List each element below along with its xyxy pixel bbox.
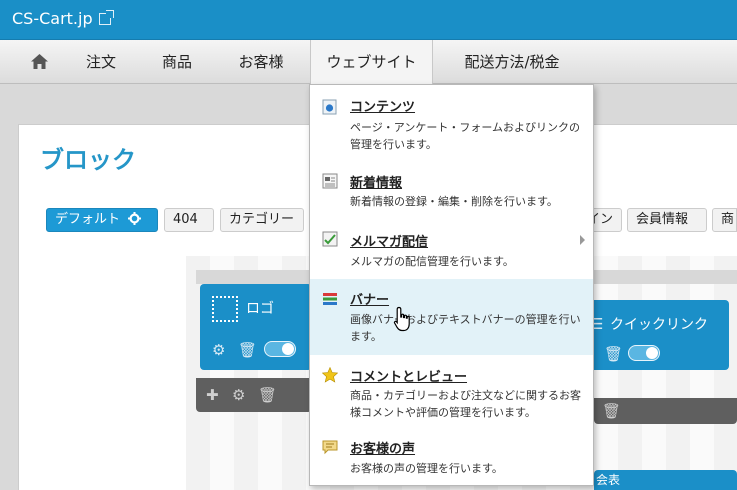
menu-item-desc: 商品・カテゴリーおよび注文などに関するお客様コメントや評価の管理を行います。 xyxy=(350,389,581,419)
trash-icon[interactable]: 🗑 xyxy=(602,403,621,419)
menu-item-desc: お客様の声の管理を行います。 xyxy=(350,462,503,475)
website-dropdown-menu: コンテンツ ページ・アンケート・フォームおよびリンクの管理を行います。 新着情報… xyxy=(309,84,594,486)
logo-block-label: ロゴ xyxy=(246,301,274,317)
menu-item-desc: 新着情報の登録・編集・削除を行います。 xyxy=(350,195,558,208)
plus-icon[interactable]: ✚ xyxy=(206,387,219,403)
main-nav: 注文 商品 お客様 ウェブサイト 配送方法/税金 xyxy=(0,40,737,86)
testimonial-icon xyxy=(322,440,338,455)
footer-block-label: 会表 xyxy=(596,473,621,487)
menu-item-testimonials[interactable]: お客様の声 お客様の声の管理を行います。 xyxy=(310,427,593,485)
submenu-arrow-icon xyxy=(580,235,585,245)
menu-item-desc: ページ・アンケート・フォームおよびリンクの管理を行います。 xyxy=(350,121,581,151)
nav-customers[interactable]: お客様 xyxy=(222,40,300,84)
nav-products[interactable]: 商品 xyxy=(146,40,208,84)
menu-item-title: コメントとレビュー xyxy=(350,370,468,385)
block-toggle[interactable] xyxy=(264,341,296,357)
nav-shipping-taxes[interactable]: 配送方法/税金 xyxy=(444,40,580,84)
menu-item-desc: 画像バナーおよびテキストバナーの管理を行います。 xyxy=(350,313,581,343)
trash-icon[interactable]: 🗑 xyxy=(238,342,257,358)
brand-link[interactable]: CS-Cart.jp xyxy=(12,9,114,28)
quicklinks-block-label: クイックリンク xyxy=(610,317,708,333)
menu-item-comments-reviews[interactable]: コメントとレビュー 商品・カテゴリーおよび注文などに関するお客様コメントや評価の… xyxy=(310,355,593,427)
block-toggle[interactable] xyxy=(628,345,660,361)
top-bar: CS-Cart.jp xyxy=(0,0,737,40)
nav-orders[interactable]: 注文 xyxy=(70,40,132,84)
block-placeholder-icon xyxy=(212,296,238,322)
hand-cursor-icon xyxy=(393,306,410,332)
tab-label: デフォルト xyxy=(55,212,121,227)
menu-item-banners[interactable]: バナー 画像バナーおよびテキストバナーの管理を行います。 xyxy=(310,279,593,355)
brand-name: CS-Cart.jp xyxy=(12,9,93,28)
tab-default[interactable]: デフォルト xyxy=(46,208,158,232)
footer-block[interactable]: 会表 xyxy=(594,470,737,490)
tab-404[interactable]: 404 xyxy=(164,208,214,232)
contents-icon xyxy=(322,99,337,115)
gear-icon[interactable]: ⚙ xyxy=(212,342,225,358)
menu-item-contents[interactable]: コンテンツ ページ・アンケート・フォームおよびリンクの管理を行います。 xyxy=(310,85,593,159)
trash-icon[interactable]: 🗑 xyxy=(258,387,277,403)
menu-item-news[interactable]: 新着情報 新着情報の登録・編集・削除を行います。 xyxy=(310,159,593,217)
tab-profile[interactable]: 会員情報 xyxy=(627,208,707,232)
menu-item-title: メルマガ配信 xyxy=(350,235,429,250)
trash-icon[interactable]: 🗑 xyxy=(604,346,623,362)
gear-icon[interactable]: ⚙ xyxy=(232,387,245,403)
banner-icon xyxy=(323,293,337,305)
menu-item-newsletter[interactable]: メルマガ配信 メルマガの配信管理を行います。 xyxy=(310,217,593,279)
nav-website[interactable]: ウェブサイト xyxy=(310,40,433,86)
quicklinks-block[interactable]: ☰ クイックリンク 🗑 xyxy=(580,300,729,370)
newsletter-icon xyxy=(322,231,338,247)
menu-item-title: バナー xyxy=(350,293,390,308)
tab-category[interactable]: カテゴリー xyxy=(220,208,304,232)
grid-controls-bar-right: 🗑 xyxy=(594,398,737,424)
page-title: ブロック xyxy=(40,146,136,174)
menu-item-title: 新着情報 xyxy=(350,176,403,191)
external-link-icon xyxy=(98,9,114,25)
star-icon xyxy=(322,367,338,383)
logo-block[interactable]: ロゴ ⚙ 🗑 xyxy=(200,284,312,370)
tab-products[interactable]: 商 xyxy=(712,208,737,232)
news-icon xyxy=(322,173,338,189)
grid-controls-bar: ✚ ⚙ 🗑 xyxy=(196,378,312,412)
menu-item-title: コンテンツ xyxy=(350,100,416,115)
menu-item-desc: メルマガの配信管理を行います。 xyxy=(350,255,514,268)
home-icon[interactable] xyxy=(31,54,48,69)
gear-icon[interactable] xyxy=(128,212,142,225)
menu-item-title: お客様の声 xyxy=(350,442,416,457)
